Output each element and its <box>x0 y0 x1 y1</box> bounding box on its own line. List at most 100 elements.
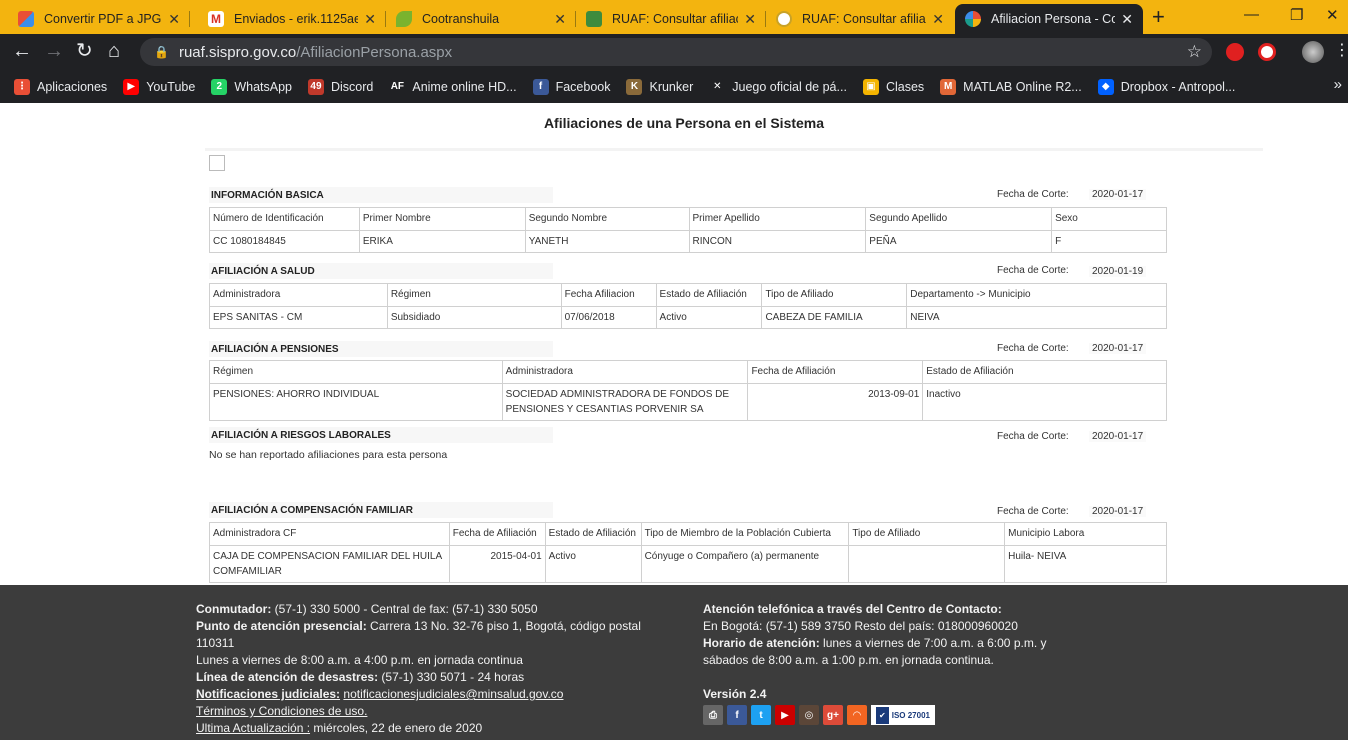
checkbox[interactable] <box>209 155 225 171</box>
bookmark-apps-grid[interactable]: ⋮ Aplicaciones <box>14 78 107 95</box>
header-cell: Estado de Afiliación <box>655 283 763 307</box>
cell: RINCON <box>688 230 867 253</box>
more-bookmarks-icon[interactable]: » <box>1334 76 1342 93</box>
page-content: Afiliaciones de una Persona en el Sistem… <box>0 103 1348 585</box>
minimize-icon[interactable]: — <box>1244 6 1259 23</box>
horario-presencial: Lunes a viernes de 8:00 a.m. a 4:00 p.m.… <box>196 653 523 667</box>
tab-cootranshuila[interactable]: Cootranshuila ✕ <box>386 4 576 34</box>
menu-kebab-icon[interactable]: ⋮ <box>1334 40 1348 62</box>
terminos-link[interactable]: Términos y Condiciones de uso. <box>196 704 367 718</box>
bookmark-youtube[interactable]: ▶ YouTube <box>123 78 196 95</box>
apps-grid-icon: ⋮ <box>14 78 30 95</box>
cell: NEIVA <box>906 306 1167 329</box>
corte-label: Fecha de Corte: <box>997 506 1069 517</box>
bookmark-matlab[interactable]: M MATLAB Online R2... <box>940 78 1082 95</box>
tab-afiliacion-persona[interactable]: Afiliacion Persona - Con ✕ <box>955 4 1143 34</box>
notificaciones-email-link[interactable]: notificacionesjudiciales@minsalud.gov.co <box>343 687 563 701</box>
tab-convertir-pdf[interactable]: Convertir PDF a JPG – C ✕ <box>8 4 190 34</box>
krunker-icon: K <box>626 78 643 95</box>
iso-27001-badge: ✔ ISO 27001 <box>871 705 935 725</box>
bookmark-star-icon[interactable]: ☆ <box>1187 42 1202 62</box>
facebook-icon: f <box>532 78 549 95</box>
new-tab-plus-icon[interactable]: + <box>1152 6 1165 28</box>
bookmark-discord[interactable]: 49 Discord <box>307 78 373 95</box>
close-icon[interactable]: ✕ <box>932 11 944 28</box>
cell: F <box>1051 230 1167 253</box>
bookmark-label: Dropbox - Antropol... <box>1120 79 1236 94</box>
tab-gmail[interactable]: M Enviados - erik.1125ae@ ✕ <box>198 4 386 34</box>
header-cell: Fecha Afiliacion <box>560 283 657 307</box>
bookmark-dropbox[interactable]: ◆ Dropbox - Antropol... <box>1097 78 1236 95</box>
forward-arrow-icon[interactable]: → <box>44 40 64 62</box>
cell: CAJA DE COMPENSACION FAMILIAR DEL HUILA … <box>209 545 450 583</box>
cell: 07/06/2018 <box>560 306 657 329</box>
cootranshuila-icon <box>396 11 412 27</box>
close-icon[interactable]: ✕ <box>168 11 180 28</box>
ultima-actualizacion-date: miércoles, 22 de enero de 2020 <box>313 721 483 735</box>
instagram-icon[interactable]: ◎ <box>799 705 819 725</box>
cell: EPS SANITAS - CM <box>209 306 388 329</box>
bookmark-label: Anime online HD... <box>412 79 517 94</box>
rss-icon[interactable]: ◠ <box>847 705 867 725</box>
table-row: EPS SANITAS - CM Subsidiado 07/06/2018 A… <box>209 306 1167 329</box>
address-host: ruaf.sispro.gov.co <box>178 43 297 61</box>
table-row: PENSIONES: AHORRO INDIVIDUAL SOCIEDAD AD… <box>209 383 1167 421</box>
bookmark-classroom[interactable]: ▣ Clases <box>862 78 924 95</box>
profile-avatar[interactable] <box>1302 41 1324 63</box>
maximize-icon[interactable]: ❐ <box>1290 6 1303 24</box>
twitter-icon[interactable]: t <box>751 705 771 725</box>
google-plus-icon[interactable]: g+ <box>823 705 843 725</box>
table-header-row: Administradora Régimen Fecha Afiliacion … <box>209 283 1167 307</box>
window-close-icon[interactable]: ✕ <box>1326 6 1339 24</box>
header-cell: Primer Nombre <box>358 207 526 231</box>
conmutador-label: Conmutador: <box>196 602 272 616</box>
header-cell: Estado de Afiliación <box>544 522 642 546</box>
matlab-icon: M <box>940 78 957 95</box>
bookmark-animeflv[interactable]: AF Anime online HD... <box>389 78 517 95</box>
bookmark-game[interactable]: ✕ Juego oficial de pá... <box>709 78 847 95</box>
version-text: Versión 2.4 <box>703 687 767 701</box>
corte-date: 2020-01-17 <box>1089 431 1147 442</box>
table-compensacion: Administradora CF Fecha de Afiliación Es… <box>209 522 1167 583</box>
table-row: CC 1080184845 ERIKA YANETH RINCON PEÑA F <box>209 230 1167 253</box>
youtube-icon: ▶ <box>123 78 140 95</box>
bookmark-krunker[interactable]: K Krunker <box>626 78 694 95</box>
print-icon[interactable]: ⎙ <box>703 705 723 725</box>
back-arrow-icon[interactable]: ← <box>12 40 32 62</box>
bookmark-label: Krunker <box>649 79 694 94</box>
table-header-row: Número de Identificación Primer Nombre S… <box>209 207 1167 231</box>
header-cell: Administradora <box>501 360 749 384</box>
close-icon[interactable]: ✕ <box>1121 11 1133 28</box>
close-icon[interactable]: ✕ <box>554 11 566 28</box>
reload-icon[interactable]: ↻ <box>76 40 93 62</box>
discord-icon: 49 <box>307 78 324 95</box>
desastres-label: Línea de atención de desastres: <box>196 670 379 684</box>
footer-phone-column: Atención telefónica a través del Centro … <box>703 601 1093 725</box>
footer-contact-column: Conmutador: (57-1) 330 5000 - Central de… <box>196 601 676 737</box>
address-path: /AfiliacionPersona.aspx <box>296 43 453 61</box>
close-icon[interactable]: ✕ <box>364 11 376 28</box>
tab-ruaf-1[interactable]: RUAF: Consultar afiliació ✕ <box>576 4 766 34</box>
header-cell: Régimen <box>209 360 503 384</box>
hand-extension-icon[interactable] <box>1226 43 1244 61</box>
home-icon[interactable]: ⌂ <box>108 40 120 62</box>
cell: 2013-09-01 <box>747 383 924 421</box>
bookmark-label: Facebook <box>555 79 611 94</box>
bookmark-label: YouTube <box>146 79 196 94</box>
close-icon[interactable]: ✕ <box>744 11 756 28</box>
youtube-icon[interactable]: ▶ <box>775 705 795 725</box>
block-extension-icon[interactable] <box>1258 43 1276 61</box>
whatsapp-icon: 2 <box>211 78 228 95</box>
bookmark-whatsapp[interactable]: 2 WhatsApp <box>211 78 292 95</box>
corte-label: Fecha de Corte: <box>997 431 1069 442</box>
bookmark-label: WhatsApp <box>234 79 292 94</box>
header-cell: Tipo de Miembro de la Población Cubierta <box>640 522 850 546</box>
cell: Huila- NEIVA <box>1004 545 1167 583</box>
browser-toolbar: ← → ↻ ⌂ 🔒 ruaf.sispro.gov.co/AfiliacionP… <box>0 34 1348 70</box>
address-bar[interactable]: 🔒 ruaf.sispro.gov.co/AfiliacionPersona.a… <box>140 38 1212 66</box>
header-cell: Tipo de Afiliado <box>848 522 1006 546</box>
tab-ruaf-2[interactable]: RUAF: Consultar afiliació ✕ <box>766 4 954 34</box>
corte-date: 2020-01-17 <box>1089 189 1147 200</box>
facebook-icon[interactable]: f <box>727 705 747 725</box>
bookmark-facebook[interactable]: f Facebook <box>532 78 611 95</box>
